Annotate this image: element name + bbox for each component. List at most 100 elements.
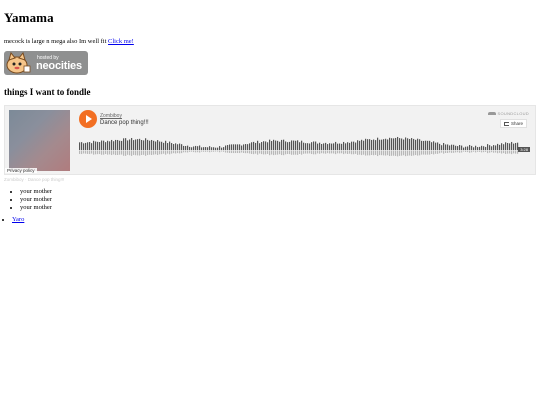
waveform-bar bbox=[249, 143, 251, 150]
waveform-reflection bbox=[195, 150, 197, 153]
waveform-reflection bbox=[369, 150, 371, 156]
waveform-bar bbox=[211, 147, 213, 150]
waveform-bar bbox=[297, 140, 299, 150]
waveform-bar bbox=[143, 140, 145, 150]
waveform-reflection bbox=[233, 150, 235, 154]
privacy-policy-link[interactable]: Privacy policy bbox=[5, 168, 37, 173]
waveform-reflection bbox=[241, 150, 243, 153]
waveform-bar bbox=[193, 146, 195, 150]
waveform-reflection bbox=[253, 150, 255, 155]
waveform-reflection bbox=[285, 150, 287, 155]
soundcloud-logo[interactable]: SOUNDCLOUD bbox=[487, 111, 529, 116]
waveform-bar bbox=[279, 141, 281, 150]
waveform-bar bbox=[505, 142, 507, 150]
play-button[interactable] bbox=[79, 110, 97, 128]
share-button[interactable]: Share bbox=[499, 119, 527, 128]
waveform-bar bbox=[485, 146, 487, 150]
track-duration: 3:28 bbox=[518, 147, 530, 152]
waveform-bar bbox=[167, 143, 169, 150]
track-caption[interactable]: Zombiboy · Dance pop thing!!! bbox=[4, 177, 536, 182]
waveform-reflection bbox=[433, 150, 435, 155]
waveform-reflection bbox=[371, 150, 373, 156]
waveform[interactable] bbox=[79, 134, 519, 158]
waveform-reflection bbox=[339, 150, 341, 154]
nav-link[interactable]: Yaro bbox=[12, 216, 24, 223]
waveform-bar bbox=[105, 142, 107, 150]
waveform-bar bbox=[151, 139, 153, 150]
waveform-reflection bbox=[345, 150, 347, 154]
waveform-bar bbox=[371, 139, 373, 150]
waveform-reflection bbox=[99, 150, 101, 155]
waveform-reflection bbox=[205, 150, 207, 152]
waveform-bar bbox=[117, 139, 119, 150]
waveform-bar bbox=[139, 138, 141, 150]
waveform-reflection bbox=[337, 150, 339, 154]
waveform-bar bbox=[491, 146, 493, 150]
waveform-bar bbox=[435, 142, 437, 150]
waveform-bar bbox=[145, 138, 147, 150]
neocities-badge[interactable]: hosted by neocities bbox=[4, 51, 88, 75]
waveform-reflection bbox=[459, 150, 461, 153]
waveform-reflection bbox=[383, 150, 385, 156]
artist-link[interactable]: Zombiboy bbox=[100, 113, 122, 119]
waveform-reflection bbox=[239, 150, 241, 154]
waveform-reflection bbox=[439, 150, 441, 154]
waveform-bar bbox=[237, 144, 239, 150]
waveform-bar bbox=[397, 136, 399, 150]
waveform-reflection bbox=[265, 150, 267, 155]
waveform-bar bbox=[223, 147, 225, 150]
waveform-bar bbox=[133, 140, 135, 150]
waveform-bar bbox=[287, 142, 289, 150]
waveform-bar bbox=[283, 139, 285, 150]
waveform-reflection bbox=[357, 150, 359, 155]
waveform-reflection bbox=[473, 150, 475, 152]
waveform-bar bbox=[455, 145, 457, 150]
waveform-bar bbox=[481, 145, 483, 150]
waveform-bar bbox=[137, 139, 139, 150]
waveform-reflection bbox=[297, 150, 299, 155]
waveform-reflection bbox=[417, 150, 419, 156]
waveform-reflection bbox=[449, 150, 451, 153]
waveform-bar bbox=[253, 141, 255, 150]
waveform-reflection bbox=[503, 150, 505, 154]
waveform-bar bbox=[333, 143, 335, 150]
waveform-bar bbox=[207, 147, 209, 150]
waveform-bar bbox=[235, 144, 237, 150]
waveform-reflection bbox=[313, 150, 315, 155]
waveform-reflection bbox=[389, 150, 391, 156]
waveform-bar bbox=[335, 141, 337, 150]
waveform-reflection bbox=[467, 150, 469, 153]
waveform-bar bbox=[81, 142, 83, 150]
waveform-bar bbox=[181, 144, 183, 150]
waveform-reflection bbox=[413, 150, 415, 156]
cloud-icon bbox=[487, 112, 496, 116]
track-artwork[interactable] bbox=[9, 110, 70, 171]
waveform-bar bbox=[101, 140, 103, 150]
waveform-bar bbox=[399, 138, 401, 150]
waveform-bar bbox=[307, 143, 309, 150]
waveform-reflection bbox=[289, 150, 291, 155]
waveform-reflection bbox=[423, 150, 425, 155]
waveform-reflection bbox=[261, 150, 263, 155]
waveform-bar bbox=[387, 139, 389, 150]
share-icon bbox=[503, 121, 509, 126]
waveform-reflection bbox=[185, 150, 187, 153]
waveform-reflection bbox=[315, 150, 317, 155]
waveform-reflection bbox=[411, 150, 413, 156]
waveform-bar bbox=[247, 144, 249, 150]
waveform-reflection bbox=[209, 150, 211, 153]
waveform-bar bbox=[495, 145, 497, 150]
waveform-reflection bbox=[343, 150, 345, 155]
waveform-reflection bbox=[155, 150, 157, 155]
waveform-bar bbox=[179, 143, 181, 150]
click-me-link[interactable]: Click me! bbox=[108, 38, 134, 45]
track-title[interactable]: Dance pop thing!!! bbox=[100, 120, 149, 126]
waveform-bar bbox=[317, 143, 319, 150]
waveform-reflection bbox=[329, 150, 331, 154]
waveform-bar bbox=[129, 139, 131, 150]
waveform-reflection bbox=[441, 150, 443, 153]
waveform-reflection bbox=[409, 150, 411, 156]
waveform-reflection bbox=[515, 150, 517, 154]
waveform-reflection bbox=[249, 150, 251, 154]
waveform-reflection bbox=[455, 150, 457, 153]
